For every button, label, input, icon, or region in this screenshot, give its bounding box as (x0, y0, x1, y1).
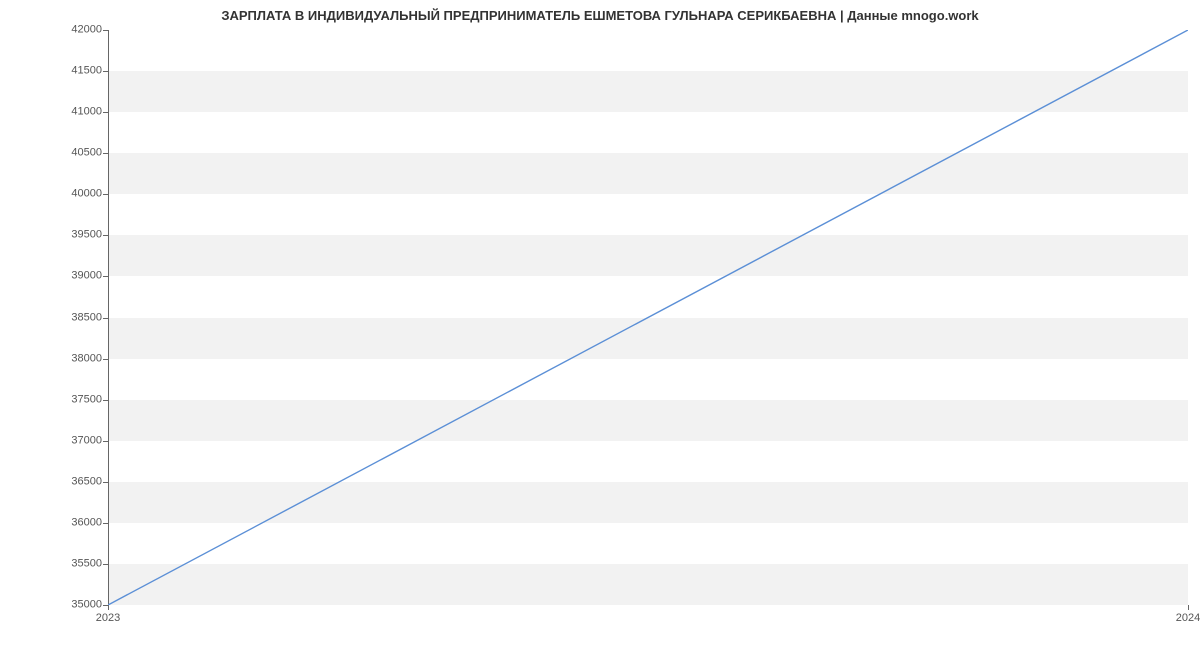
y-tick-mark (103, 564, 108, 565)
y-tick-mark (103, 194, 108, 195)
plot-area (108, 30, 1188, 605)
grid-band (109, 564, 1188, 605)
y-tick-label: 40000 (52, 189, 102, 200)
y-tick-mark (103, 112, 108, 113)
grid-band (109, 482, 1188, 523)
grid-band (109, 318, 1188, 359)
chart-title: ЗАРПЛАТА В ИНДИВИДУАЛЬНЫЙ ПРЕДПРИНИМАТЕЛ… (0, 8, 1200, 23)
x-tick-label: 2023 (96, 612, 120, 624)
x-tick-mark (108, 605, 109, 610)
y-tick-label: 42000 (52, 25, 102, 36)
x-tick-mark (1188, 605, 1189, 610)
y-tick-label: 35500 (52, 558, 102, 569)
x-tick-label: 2024 (1176, 612, 1200, 624)
y-tick-label: 36000 (52, 517, 102, 528)
grid-band (109, 71, 1188, 112)
y-tick-mark (103, 235, 108, 236)
y-tick-label: 41500 (52, 66, 102, 77)
y-tick-mark (103, 482, 108, 483)
y-tick-mark (103, 276, 108, 277)
y-tick-mark (103, 400, 108, 401)
y-tick-label: 38000 (52, 353, 102, 364)
y-tick-mark (103, 523, 108, 524)
y-tick-mark (103, 318, 108, 319)
y-tick-label: 37000 (52, 435, 102, 446)
y-tick-label: 36500 (52, 476, 102, 487)
y-tick-label: 40500 (52, 148, 102, 159)
y-tick-mark (103, 153, 108, 154)
y-tick-mark (103, 30, 108, 31)
grid-band (109, 235, 1188, 276)
y-tick-label: 35000 (52, 600, 102, 611)
y-tick-mark (103, 441, 108, 442)
y-tick-mark (103, 71, 108, 72)
y-tick-mark (103, 359, 108, 360)
grid-band (109, 153, 1188, 194)
y-tick-label: 41000 (52, 107, 102, 118)
y-tick-label: 38500 (52, 312, 102, 323)
y-tick-label: 39000 (52, 271, 102, 282)
y-tick-label: 37500 (52, 394, 102, 405)
y-tick-label: 39500 (52, 230, 102, 241)
grid-band (109, 400, 1188, 441)
